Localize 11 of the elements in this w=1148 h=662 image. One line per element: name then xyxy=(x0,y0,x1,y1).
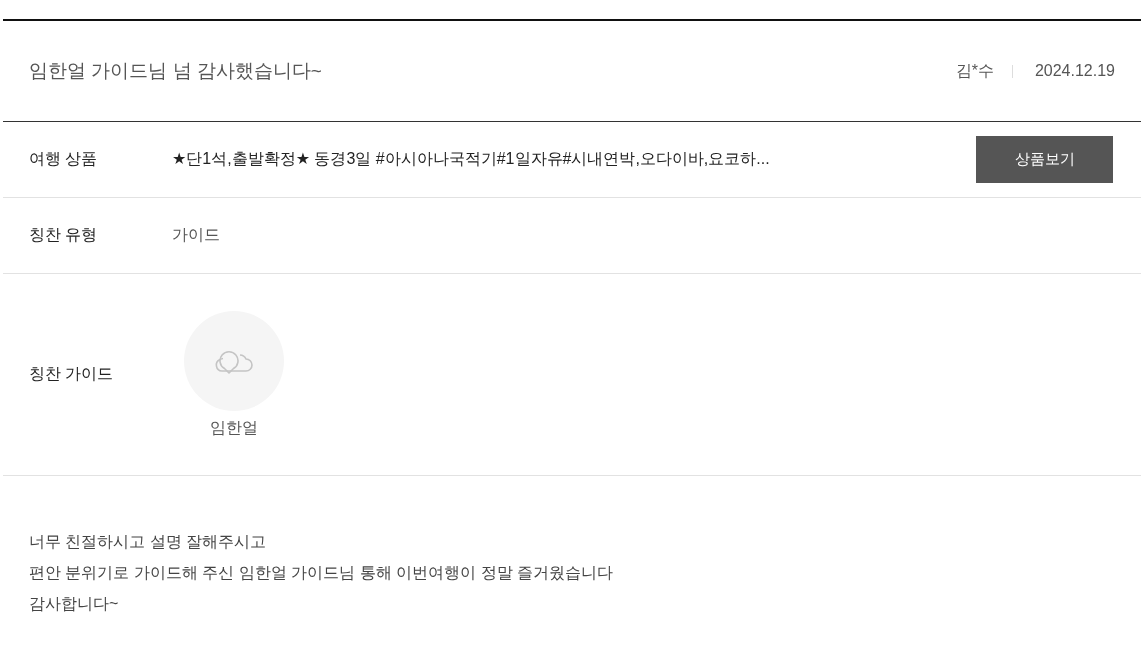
guide-name: 임한얼 xyxy=(210,418,258,438)
review-text: 너무 친절하시고 설명 잘해주시고 편안 분위기로 가이드해 주신 임한얼 가이드님 통해 이번여행이 정말 즐거웠습니다 감사합니다~ xyxy=(29,532,613,614)
field-label: 칭찬 가이드 xyxy=(29,364,115,384)
field-label: 여행 상품 xyxy=(29,149,99,169)
post-date: 2024.12.19 xyxy=(1034,62,1115,80)
field-value: 가이드 xyxy=(172,225,220,245)
author-name: 김*수 xyxy=(955,60,994,81)
post-title: 임한얼 가이드님 넘 감사했습니다~ xyxy=(29,59,322,83)
view-product-button[interactable]: 상품보기 xyxy=(976,136,1113,183)
field-label: 칭찬 유형 xyxy=(29,225,99,245)
product-name: ★단1석,출발확정★ 동경3일 #아시아나국적기#1일자유#시내연박,오다이바,요코하... xyxy=(172,149,771,169)
